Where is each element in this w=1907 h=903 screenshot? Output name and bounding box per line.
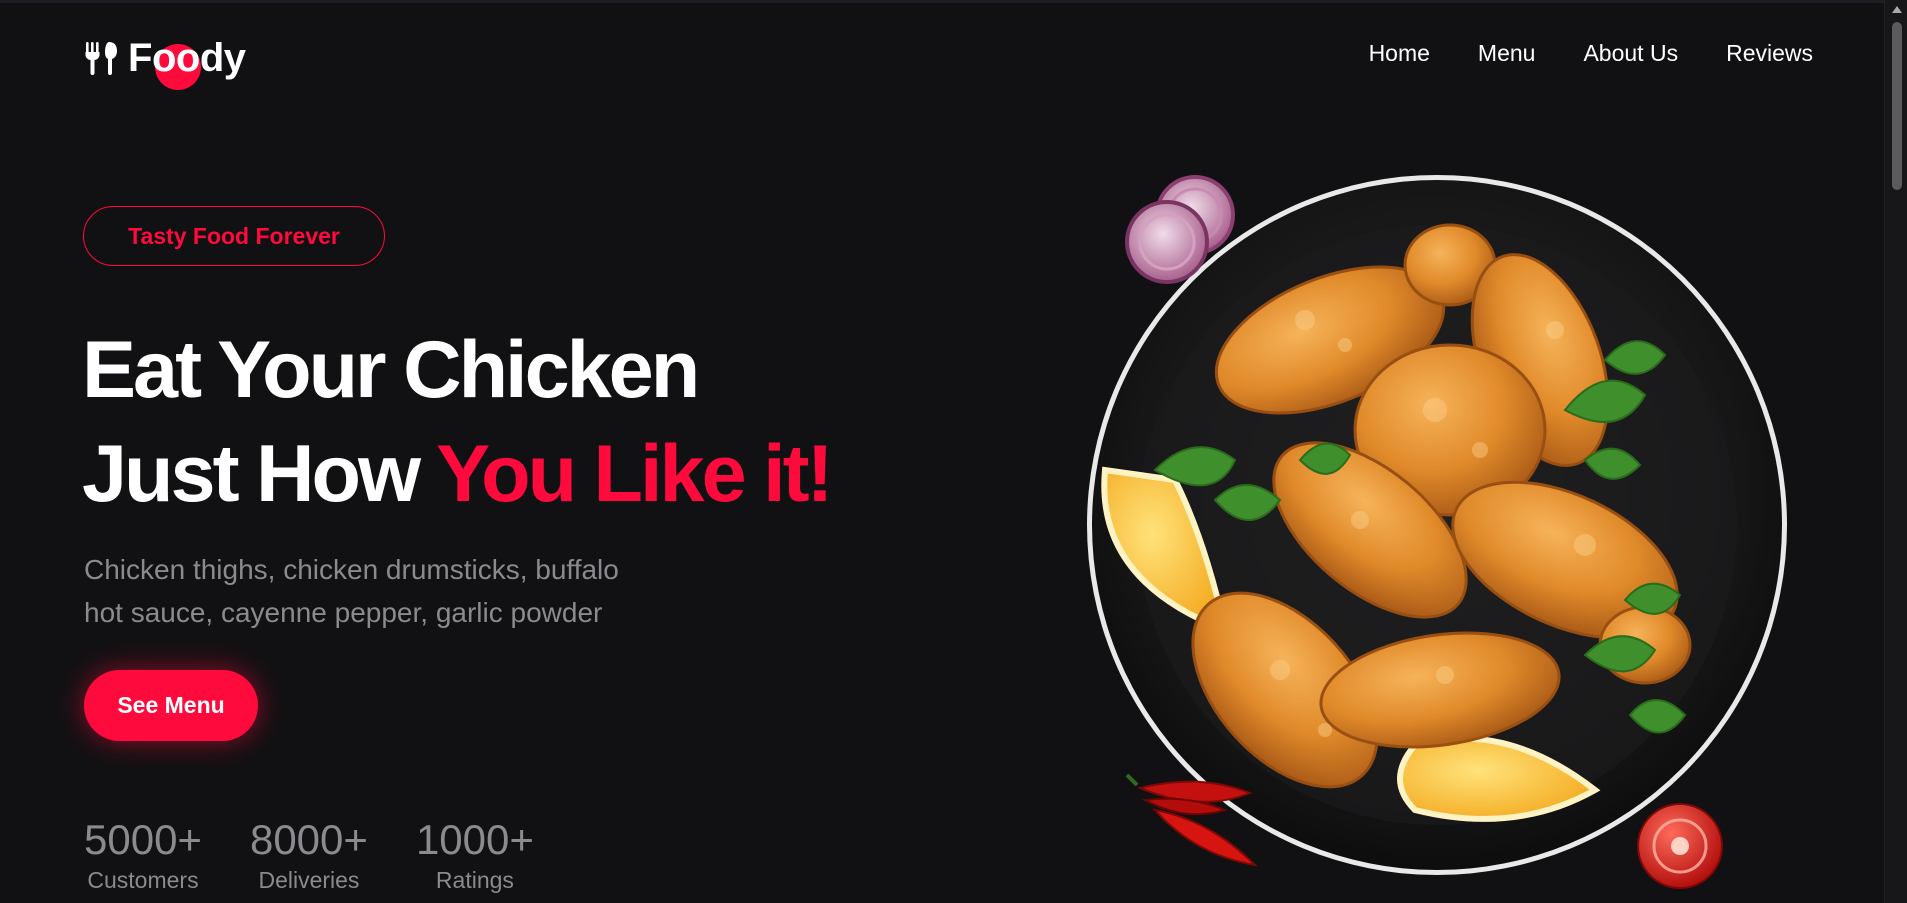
hero-subtitle: Chicken thighs, chicken drumsticks, buff… bbox=[84, 548, 704, 634]
see-menu-button[interactable]: See Menu bbox=[84, 670, 258, 741]
headline-line-2-plain: Just How bbox=[82, 429, 437, 519]
stat-deliveries: 8000+ Deliveries bbox=[250, 815, 368, 895]
brand-logo[interactable]: Foody bbox=[82, 34, 246, 90]
headline-accent: You Like it! bbox=[436, 429, 834, 519]
main-nav: Home Menu About Us Reviews bbox=[1369, 40, 1813, 67]
subtitle-line-2: hot sauce, cayenne pepper, garlic powder bbox=[84, 597, 603, 628]
stat-ratings: 1000+ Ratings bbox=[416, 815, 534, 895]
nav-menu[interactable]: Menu bbox=[1478, 40, 1536, 67]
stat-customers: 5000+ Customers bbox=[84, 815, 202, 895]
brand-letter-f: F bbox=[128, 35, 152, 80]
headline-line-2: Just How You Like it! bbox=[82, 422, 834, 526]
stat-label: Customers bbox=[87, 867, 199, 893]
page-scrollbar[interactable] bbox=[1884, 0, 1907, 903]
nav-about-us[interactable]: About Us bbox=[1583, 40, 1678, 67]
brand-name: Foody bbox=[128, 35, 246, 90]
subtitle-line-1: Chicken thighs, chicken drumsticks, buff… bbox=[84, 554, 619, 585]
hero-headline: Eat Your Chicken Just How You Like it! bbox=[82, 318, 834, 526]
headline-line-1: Eat Your Chicken bbox=[82, 325, 700, 415]
stat-label: Deliveries bbox=[258, 867, 360, 893]
fork-spoon-icon bbox=[85, 42, 117, 75]
nav-reviews[interactable]: Reviews bbox=[1726, 40, 1813, 67]
stat-value: 8000+ bbox=[249, 816, 368, 863]
stat-label: Ratings bbox=[435, 867, 514, 893]
window-top-edge bbox=[0, 0, 1907, 3]
nav-home[interactable]: Home bbox=[1369, 40, 1430, 67]
brand-letters-dy: dy bbox=[199, 35, 246, 80]
stat-value: 1000+ bbox=[415, 816, 534, 863]
fried-chicken-plate-image bbox=[1085, 170, 1805, 903]
brand-letters-oo: oo bbox=[151, 35, 200, 80]
scroll-up-arrow-icon[interactable] bbox=[1892, 6, 1902, 13]
stat-value: 5000+ bbox=[84, 816, 202, 863]
scrollbar-thumb[interactable] bbox=[1892, 22, 1902, 190]
stats-row: 5000+ Customers 8000+ Deliveries 1000+ R… bbox=[84, 815, 534, 895]
tagline-badge: Tasty Food Forever bbox=[83, 206, 385, 266]
